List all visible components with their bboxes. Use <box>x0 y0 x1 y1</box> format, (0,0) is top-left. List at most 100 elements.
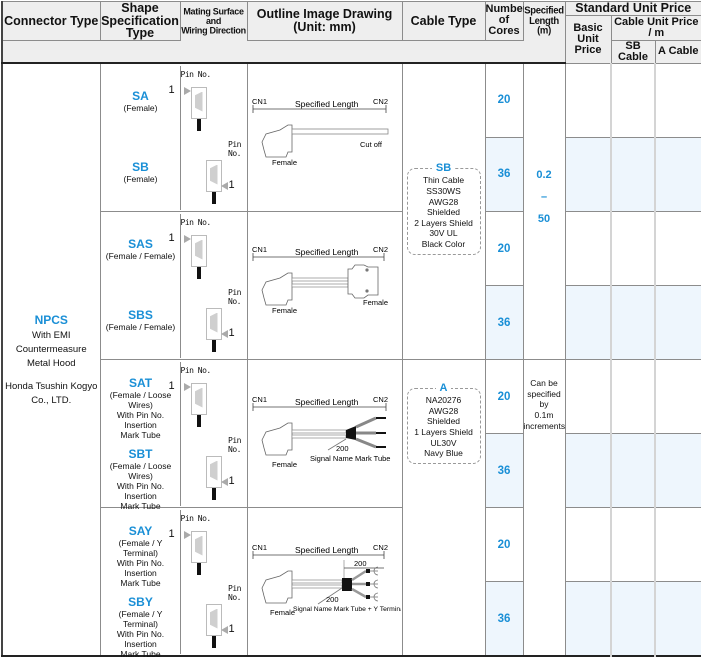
header-connector-type: Connector Type <box>2 2 100 41</box>
pin-arrow-icon <box>221 330 228 338</box>
drawing-loose-wires: CN1 CN2 Specified Length 200 Signal Name… <box>248 360 401 502</box>
pin-number: 1 <box>229 475 235 487</box>
outline-drawing-1: CN1 CN2 Specified Length Cut off Female <box>247 63 402 212</box>
pin-arrow-icon <box>221 478 228 486</box>
shape-group-3: SAT(Female / Loose Wires)With Pin No. In… <box>100 360 247 508</box>
pin-number: 1 <box>169 232 175 244</box>
length-note: Can bespecified by0.1mincrements <box>523 360 565 657</box>
shape-desc: (Female) <box>101 174 181 184</box>
basic-price-cell <box>565 286 611 360</box>
pin-number: 1 <box>169 84 175 96</box>
shape-desc: (Female / Loose Wires)With Pin No. Inser… <box>101 390 181 441</box>
shape-code: SB <box>101 160 181 174</box>
spec-table: Connector Type ShapeSpecificationType Ma… <box>1 1 701 657</box>
svg-text:CN2: CN2 <box>373 543 388 552</box>
svg-text:CN1: CN1 <box>252 395 267 404</box>
table-row: SAY(Female / Y Terminal)With Pin No. Ins… <box>2 508 701 582</box>
outline-drawing-2: CN1 CN2 Specified Length Female Female <box>247 212 402 360</box>
svg-text:Female: Female <box>363 298 388 307</box>
a-cable-price-cell <box>655 137 701 211</box>
length-range: 0.2–50 <box>523 63 565 360</box>
svg-text:Specified Length: Specified Length <box>295 247 359 257</box>
basic-price-cell <box>565 212 611 286</box>
svg-text:CN1: CN1 <box>252 543 267 552</box>
basic-price-cell <box>565 137 611 211</box>
table-row: NPCS With EMI CountermeasureMetal Hood H… <box>2 63 701 137</box>
header-cable-unit-price: Cable Unit Price / m <box>611 16 701 41</box>
cable-box-sb: SB Thin CableSS30WSAWG28Shielded2 Layers… <box>407 168 481 254</box>
pin-number: 1 <box>169 528 175 540</box>
table-row: SAT(Female / Loose Wires)With Pin No. In… <box>2 360 701 434</box>
cores-value: 20 <box>485 212 523 286</box>
basic-price-cell <box>565 63 611 137</box>
drawing-y-terminal: CN1 CN2 Specified Length 200 <box>248 508 401 650</box>
drawing-female-female: CN1 CN2 Specified Length Female Female <box>248 212 401 354</box>
pin-number: 1 <box>229 623 235 635</box>
svg-text:Female: Female <box>272 158 297 167</box>
svg-text:Specified Length: Specified Length <box>295 545 359 555</box>
pin-arrow-icon <box>184 383 191 391</box>
cores-value: 36 <box>485 286 523 360</box>
header-sb-cable: SB Cable <box>611 40 655 63</box>
connector-desc: With EMI CountermeasureMetal Hood <box>3 329 100 372</box>
svg-text:Specified Length: Specified Length <box>295 397 359 407</box>
a-cable-price-cell <box>655 582 701 656</box>
shape-code: SBT <box>101 447 181 461</box>
header-cable-type: Cable Type <box>402 2 485 41</box>
svg-text:200: 200 <box>326 595 339 604</box>
pin-arrow-icon <box>184 531 191 539</box>
svg-text:Cut off: Cut off <box>360 140 383 149</box>
sb-cable-price-cell <box>611 286 655 360</box>
shape-desc: (Female / Y Terminal)With Pin No. Insert… <box>101 538 181 589</box>
cores-value: 36 <box>485 434 523 508</box>
connector-icon <box>206 604 222 636</box>
header-outline: Outline Image Drawing(Unit: mm) <box>247 2 402 41</box>
svg-text:CN2: CN2 <box>373 395 388 404</box>
connector-icon <box>191 87 207 119</box>
svg-text:CN1: CN1 <box>252 97 267 106</box>
pin-number: 1 <box>169 380 175 392</box>
shape-desc: (Female / Female) <box>101 251 181 261</box>
svg-text:Female: Female <box>272 460 297 469</box>
cable-type-sb: SB Thin CableSS30WSAWG28Shielded2 Layers… <box>402 63 485 360</box>
shape-code: SBY <box>101 595 181 609</box>
svg-text:200: 200 <box>336 444 349 453</box>
connector-icon <box>191 531 207 563</box>
connector-name: NPCS <box>3 311 100 329</box>
sb-cable-price-cell <box>611 212 655 286</box>
connector-cell: NPCS With EMI CountermeasureMetal Hood H… <box>2 63 100 656</box>
drawing-cutoff: CN1 CN2 Specified Length Cut off Female <box>248 64 401 206</box>
cores-value: 20 <box>485 508 523 582</box>
a-cable-price-cell <box>655 508 701 582</box>
sb-cable-price-cell <box>611 137 655 211</box>
header-shape-spec: ShapeSpecificationType <box>100 2 180 41</box>
sb-cable-price-cell <box>611 63 655 137</box>
connector-icon <box>206 160 222 192</box>
header-basic-price: BasicUnit Price <box>565 16 611 64</box>
svg-text:CN1: CN1 <box>252 245 267 254</box>
connector-maker: Honda Tsushin KogyoCo., LTD. <box>3 380 100 409</box>
pin-arrow-icon <box>184 235 191 243</box>
a-cable-price-cell <box>655 212 701 286</box>
cable-box-a: A NA20276AWG28Shielded1 Layers ShieldUL3… <box>407 388 481 464</box>
sb-cable-price-cell <box>611 508 655 582</box>
cores-value: 20 <box>485 63 523 137</box>
basic-price-cell <box>565 360 611 434</box>
connector-icon <box>206 456 222 488</box>
a-cable-price-cell <box>655 286 701 360</box>
pin-label: Pin No. <box>223 436 247 454</box>
a-cable-price-cell <box>655 360 701 434</box>
outline-drawing-3: CN1 CN2 Specified Length 200 Signal Name… <box>247 360 402 508</box>
basic-price-cell <box>565 434 611 508</box>
svg-text:Female: Female <box>272 306 297 315</box>
shape-desc: (Female / Loose Wires)With Pin No. Inser… <box>101 461 181 512</box>
pin-label: Pin No. <box>181 514 211 523</box>
svg-text:CN2: CN2 <box>373 97 388 106</box>
cable-type-a: A NA20276AWG28Shielded1 Layers ShieldUL3… <box>402 360 485 657</box>
shape-group-4: SAY(Female / Y Terminal)With Pin No. Ins… <box>100 508 247 657</box>
shape-group-1: SA(Female)Pin No.1SB(Female)Pin No.1 <box>100 63 247 212</box>
a-cable-price-cell <box>655 63 701 137</box>
pin-arrow-icon <box>184 87 191 95</box>
basic-price-cell <box>565 508 611 582</box>
pin-arrow-icon <box>221 626 228 634</box>
